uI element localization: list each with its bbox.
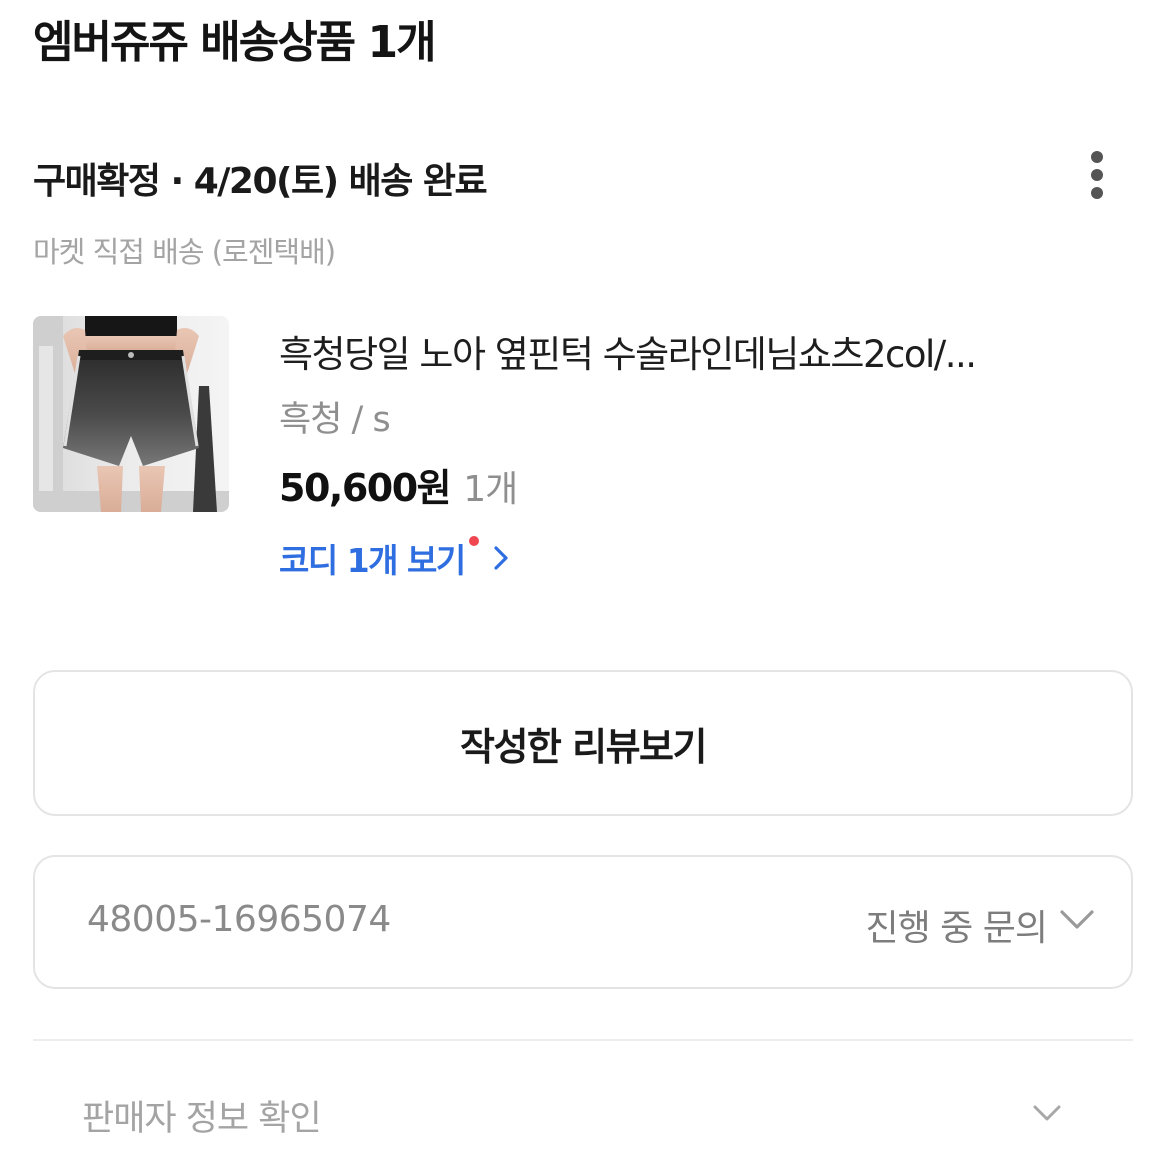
menu-dot [1091,187,1103,199]
product-thumbnail[interactable] [33,316,229,512]
order-number: 48005-16965074 [87,899,391,940]
codi-view-link[interactable]: 코디 1개 보기 [279,534,509,582]
product-option: 흑청 / s [279,400,391,440]
product-name[interactable]: 흑청당일 노아 옆핀턱 수술라인데님쇼츠2col/... [279,324,1079,378]
inquiry-status: 진행 중 문의 [865,908,1048,949]
seller-info-label[interactable]: 판매자 정보 확인 [82,1090,322,1141]
chevron-down-icon [1059,909,1095,935]
inquiry-dropdown[interactable]: 48005-16965074 진행 중 문의 [33,855,1133,989]
new-badge-dot [468,536,479,546]
store-title: 엠버쥬쥬 배송상품 1개 [33,17,437,68]
shipping-method: 마켓 직접 배송 (로젠택배) [33,235,336,269]
price-row: 50,600원 1개 [279,457,518,512]
product-quantity: 1개 [463,469,518,510]
more-vertical-icon[interactable] [1080,148,1114,202]
view-written-review-button[interactable]: 작성한 리뷰보기 [33,670,1133,816]
order-detail-page: 엠버쥬쥬 배송상품 1개 구매확정 · 4/20(토) 배송 완료 마켓 직접 … [0,0,1166,1166]
product-price: 50,600원 [279,466,452,510]
chevron-right-icon [493,545,509,575]
order-status: 구매확정 · 4/20(토) 배송 완료 [33,161,488,202]
menu-dot [1091,151,1103,163]
menu-dot [1091,169,1103,181]
chevron-down-icon[interactable] [1032,1104,1062,1126]
section-divider [33,1039,1133,1041]
codi-link-label: 코디 1개 보기 [279,541,466,580]
